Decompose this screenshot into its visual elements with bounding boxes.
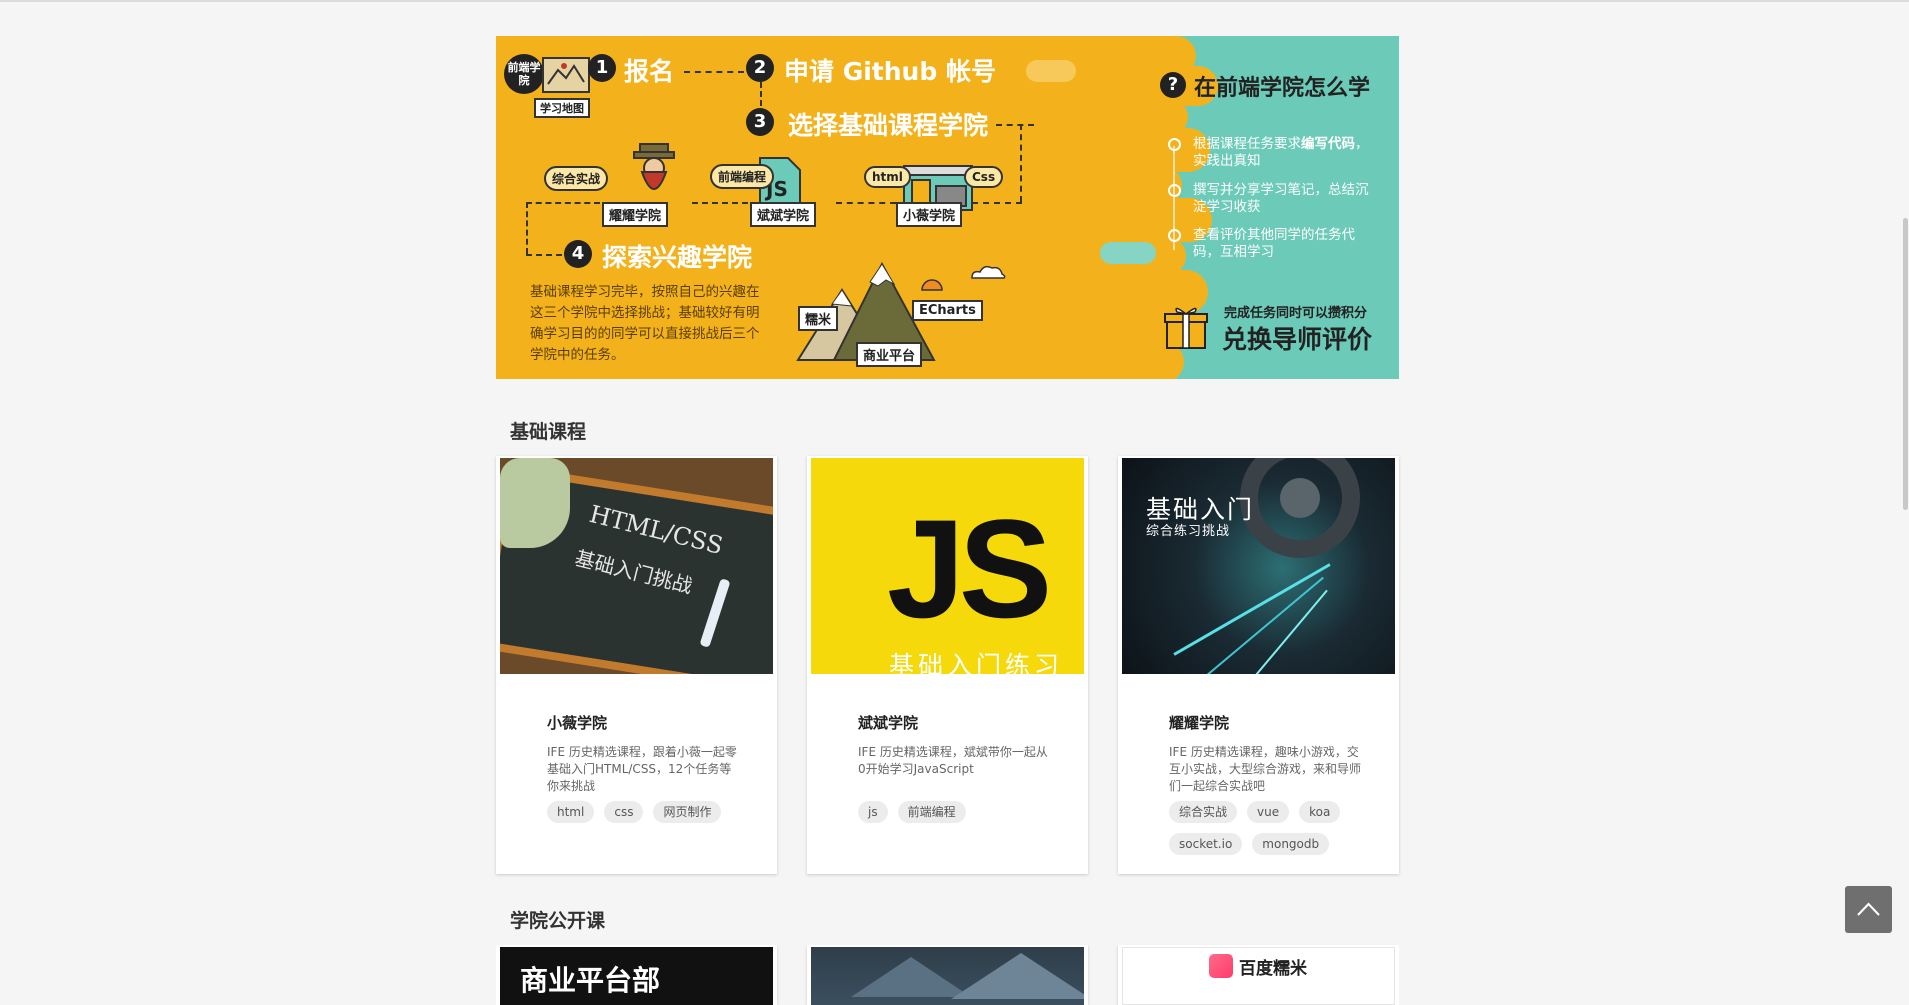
learning-path-banner[interactable]: 前端学院 学习地图 1 报名 2 申请 Github 帐号 3 选择基础课程学院… (496, 36, 1399, 379)
frontend-programming-bubble: 前端编程 (710, 164, 775, 189)
basic-course-list: HTML/CSS 基础入门挑战 小薇学院 IFE 历史精选课程，跟着小薇一起零基… (496, 456, 1399, 876)
tag[interactable]: 前端编程 (897, 801, 966, 823)
step-1-number: 1 (588, 54, 616, 82)
step-1-title: 报名 (624, 57, 675, 86)
business-platform-label[interactable]: 商业平台 (856, 342, 923, 367)
html-bubble: html (864, 166, 911, 188)
basic-courses-heading: 基础课程 (510, 421, 587, 443)
step-4-number: 4 (564, 240, 592, 268)
tag[interactable]: html (547, 801, 595, 823)
open-course-card-2[interactable] (807, 945, 1088, 1005)
grinder-sparks-image[interactable]: 基础入门 综合练习挑战 (1122, 458, 1395, 674)
tag[interactable]: 网页制作 (653, 801, 722, 823)
open-course-card-business[interactable]: 商业平台部 (496, 945, 777, 1005)
map-icon (542, 57, 590, 93)
course-description: IFE 历史精选课程，趣味小游戏，交互小实战，大型综合游戏，来和导师们一起综合实… (1169, 745, 1362, 793)
open-course-card-nuomi[interactable]: 百度糯米 (1118, 945, 1399, 1005)
course-card-binbin[interactable]: JS 基础入门练习 斌斌学院 IFE 历史精选课程，斌斌带你一起从0开始学习Ja… (807, 456, 1088, 874)
tip-3: 查看评价其他同学的任务代码，互相学习 (1193, 227, 1355, 260)
course-tags: html css 网页制作 (547, 801, 757, 823)
how-to-learn-title: 在前端学院怎么学 (1194, 76, 1371, 101)
gift-subtitle: 完成任务同时可以攒积分 (1224, 306, 1368, 321)
nuomi-logo-icon (1209, 954, 1233, 978)
gift-title: 兑换导师评价 (1222, 325, 1373, 354)
step-3-title: 选择基础课程学院 (788, 111, 989, 140)
tag[interactable]: vue (1247, 801, 1290, 823)
comprehensive-bubble: 综合实战 (544, 166, 609, 191)
course-name[interactable]: 耀耀学院 (1169, 712, 1229, 733)
tag[interactable]: css (604, 801, 644, 823)
step-4-title: 探索兴趣学院 (602, 243, 753, 272)
course-description: IFE 历史精选课程，跟着小薇一起零基础入门HTML/CSS，12个任务等你来挑… (547, 745, 737, 793)
course-description: IFE 历史精选课程，斌斌带你一起从0开始学习JavaScript (858, 745, 1048, 776)
back-to-top-button[interactable] (1845, 886, 1892, 933)
tag[interactable]: koa (1299, 801, 1341, 823)
course-card-xiaowei[interactable]: HTML/CSS 基础入门挑战 小薇学院 IFE 历史精选课程，跟着小薇一起零基… (496, 456, 777, 874)
bearded-mentor-icon (633, 143, 675, 190)
tag[interactable]: mongodb (1252, 833, 1330, 855)
gift-icon (1164, 307, 1208, 349)
study-map-label: 学习地图 (534, 98, 590, 118)
course-tags: js 前端编程 (858, 801, 1068, 823)
tag[interactable]: 综合实战 (1169, 801, 1238, 823)
tip-2: 撰写并分享学习笔记，总结沉淀学习收获 (1193, 182, 1369, 215)
page-scrollbar[interactable] (1903, 0, 1909, 979)
scrollbar-thumb[interactable] (1903, 218, 1908, 510)
tag[interactable]: socket.io (1169, 833, 1243, 855)
css-bubble: Css (964, 166, 1004, 188)
open-courses-heading: 学院公开课 (510, 910, 606, 932)
top-border (0, 0, 1909, 2)
cloud-icon (971, 265, 1006, 279)
chevron-up-icon (1857, 902, 1880, 916)
step-2-number: 2 (746, 54, 774, 82)
tag[interactable]: js (858, 801, 888, 823)
chalkboard-image[interactable]: HTML/CSS 基础入门挑战 (500, 458, 773, 674)
course-tags: 综合实战 vue koa socket.io mongodb (1169, 801, 1379, 855)
brand-logo[interactable]: 前端学院 (504, 54, 544, 94)
js-logo-image[interactable]: JS 基础入门练习 (811, 458, 1084, 674)
course-name[interactable]: 斌斌学院 (858, 712, 918, 733)
banner-description: 基础课程学习完毕，按照自己的兴趣在这三个学院中选择挑战；基础较好有明确学习目的的… (530, 284, 760, 363)
step-2-title: 申请 Github 帐号 (784, 57, 996, 86)
question-icon: ? (1160, 72, 1186, 98)
binbin-school-label[interactable]: 斌斌学院 (750, 202, 817, 227)
xiaowei-school-label[interactable]: 小薇学院 (896, 202, 963, 227)
nuomi-label[interactable]: 糯米 (798, 306, 839, 331)
course-card-yaoyao[interactable]: 基础入门 综合练习挑战 耀耀学院 IFE 历史精选课程，趣味小游戏，交互小实战，… (1118, 456, 1399, 874)
sun-icon (921, 279, 943, 291)
main-container: 前端学院 学习地图 1 报名 2 申请 Github 帐号 3 选择基础课程学院… (496, 36, 1399, 1005)
yaoyao-school-label[interactable]: 耀耀学院 (602, 202, 669, 227)
open-course-list: 商业平台部 百度糯米 (496, 945, 1399, 1005)
tip-1: 根据课程任务要求编写代码，实践出真知 (1193, 136, 1369, 169)
course-name[interactable]: 小薇学院 (547, 712, 607, 733)
echarts-label[interactable]: ECharts (912, 300, 983, 321)
step-3-number: 3 (746, 108, 774, 136)
